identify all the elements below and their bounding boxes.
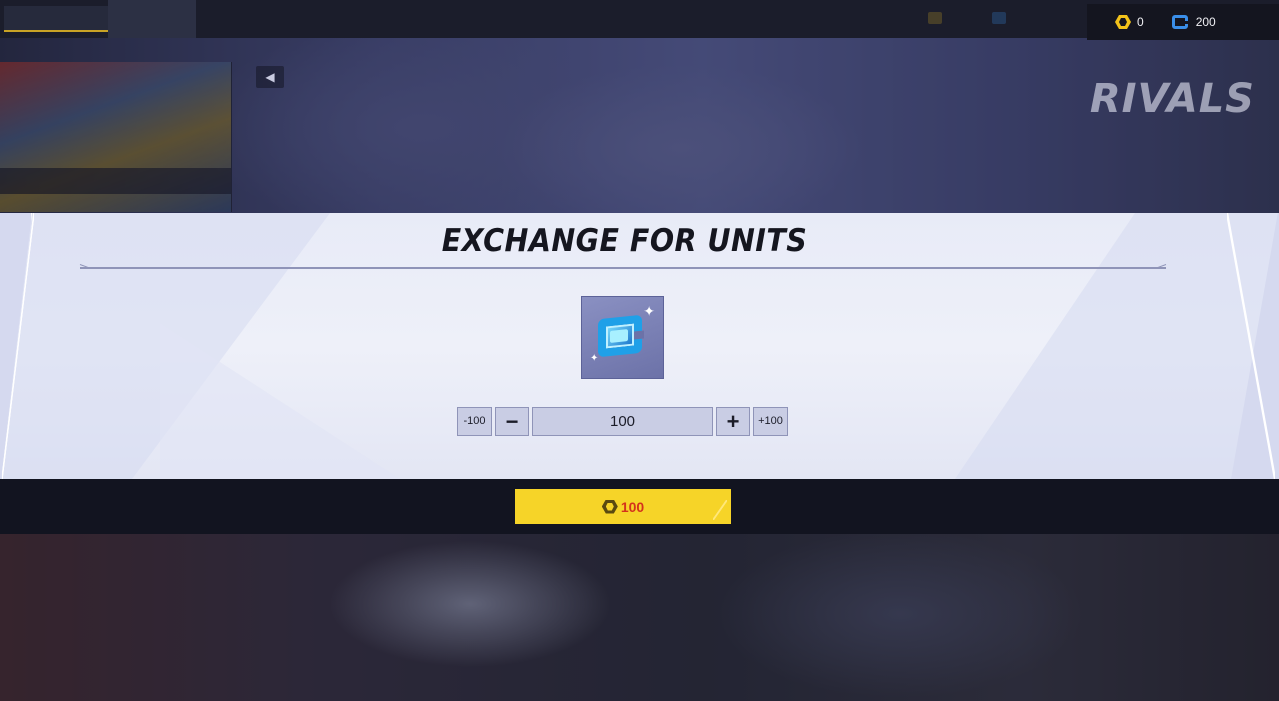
lattice-icon — [1115, 15, 1131, 29]
lattice-balance: 0 — [1115, 15, 1144, 29]
promo-tile — [0, 62, 232, 212]
plus-button[interactable]: + — [716, 407, 750, 436]
nav-tab-active — [108, 0, 196, 38]
nav-tab — [248, 0, 300, 38]
game-logo: RIVALS — [1089, 76, 1255, 122]
lattice-icon — [602, 500, 618, 514]
units-amount: 200 — [1195, 15, 1216, 29]
speaker-icon: ◀ — [256, 66, 284, 88]
units-item-tile: ✦ ✦ — [581, 296, 664, 379]
nav-tab — [352, 0, 404, 38]
units-balance: 200 — [1171, 15, 1216, 29]
exchange-dialog: EXCHANGE FOR UNITS ✦ ✦ -100 − 100 + +100 — [0, 213, 1279, 479]
action-bar: 100 — [0, 479, 1279, 534]
confirm-exchange-button[interactable]: 100 — [515, 489, 731, 524]
plus-100-button[interactable]: +100 — [753, 407, 788, 436]
minus-100-button[interactable]: -100 — [457, 407, 492, 436]
exchange-cost: 100 — [620, 498, 645, 515]
dialog-title: EXCHANGE FOR UNITS — [441, 223, 808, 259]
faded-currency-display — [928, 12, 1056, 24]
background-scene — [0, 534, 1279, 701]
title-divider — [80, 267, 1166, 269]
sparkle-icon: ✦ — [590, 353, 599, 364]
minus-button[interactable]: − — [495, 407, 529, 436]
nav-tab — [196, 0, 248, 38]
top-navigation-bar: 0 200 — [0, 0, 1279, 40]
units-icon — [1171, 15, 1188, 29]
brand-badge — [4, 6, 108, 32]
nav-tab — [404, 0, 456, 38]
main-nav — [108, 0, 456, 38]
sparkle-icon: ✦ — [643, 303, 655, 319]
lattice-amount: 0 — [1137, 15, 1144, 29]
nav-tab — [300, 0, 352, 38]
currency-display: 0 200 — [1087, 4, 1279, 40]
quantity-field[interactable]: 100 — [532, 407, 713, 436]
